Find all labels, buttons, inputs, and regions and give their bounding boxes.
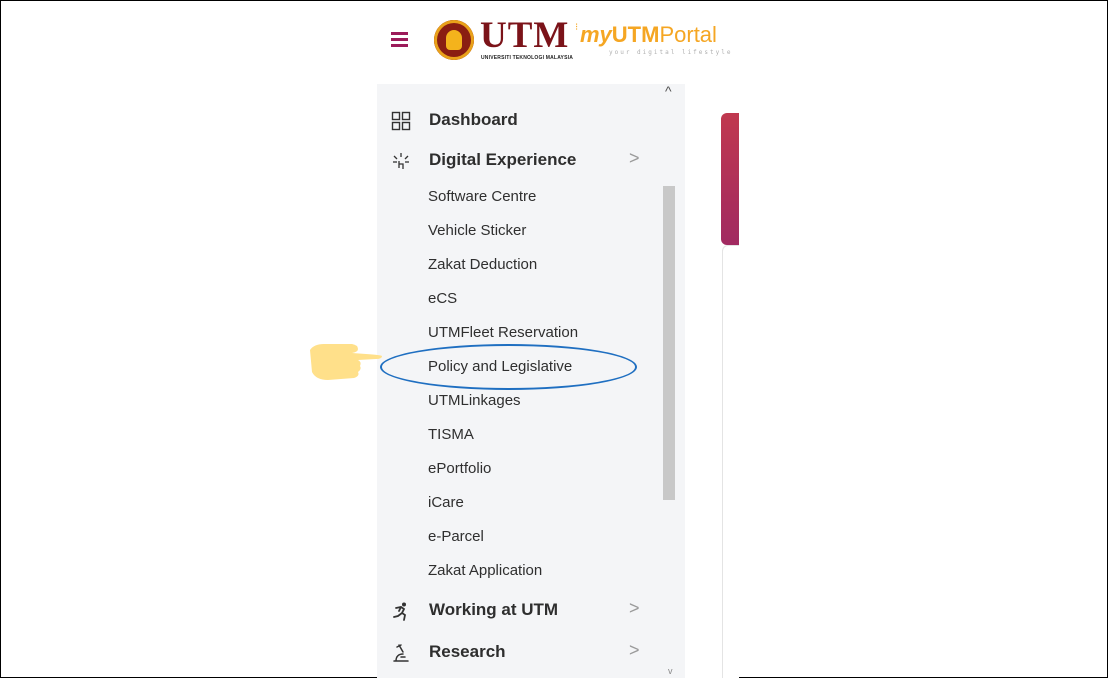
chevron-right-icon[interactable]: > xyxy=(629,148,640,169)
submenu-item-eportfolio[interactable]: ePortfolio xyxy=(428,458,491,480)
top-header: UTM UNIVERSITI TEKNOLOGI MALAYSIA ⁝ myUT… xyxy=(377,2,739,84)
submenu-item-utmfleet-reservation[interactable]: UTMFleet Reservation xyxy=(428,322,578,344)
pointing-hand-icon xyxy=(310,344,382,380)
utm-seal-logo xyxy=(434,20,474,60)
submenu-item-ecs[interactable]: eCS xyxy=(428,288,457,310)
sidebar-item-label: Working at UTM xyxy=(429,600,559,619)
submenu-item-software-centre[interactable]: Software Centre xyxy=(428,186,536,208)
chevron-right-icon[interactable]: > xyxy=(629,598,640,619)
utm-logo-text: UTM xyxy=(480,15,570,56)
sidebar-item-working-at-utm[interactable]: Working at UTM > xyxy=(377,594,657,626)
running-person-icon xyxy=(393,602,407,621)
highlight-ellipse xyxy=(380,344,637,390)
sidebar-item-label: Research xyxy=(429,642,506,661)
submenu-item-zakat-deduction[interactable]: Zakat Deduction xyxy=(428,254,537,276)
sidebar-item-digital-experience[interactable]: Digital Experience > xyxy=(377,144,657,176)
welcome-banner xyxy=(721,113,739,245)
portal-tagline: your digital lifestyle xyxy=(609,49,733,56)
submenu-item-e-parcel[interactable]: e-Parcel xyxy=(428,526,484,548)
myutmportal-logo[interactable]: ⁝ myUTMPortal your digital lifestyle xyxy=(575,22,730,56)
portal-logo-utm: UTM xyxy=(611,22,660,47)
scroll-up-arrow[interactable]: ^ xyxy=(665,84,672,98)
main-content-area xyxy=(685,84,739,678)
portal-logo-my: my xyxy=(580,22,612,47)
scroll-down-arrow[interactable]: v xyxy=(668,666,673,676)
hamburger-icon[interactable] xyxy=(391,32,408,48)
grid-icon xyxy=(391,111,411,131)
utm-logo-subtitle: UNIVERSITI TEKNOLOGI MALAYSIA xyxy=(481,55,574,61)
content-card xyxy=(722,245,739,678)
scrollbar-thumb[interactable] xyxy=(663,186,675,500)
portal-logo-portal: Portal xyxy=(659,22,717,47)
microscope-icon xyxy=(393,644,409,662)
submenu-item-utmlinkages[interactable]: UTMLinkages xyxy=(428,390,521,412)
sidebar-item-dashboard[interactable]: Dashboard xyxy=(377,104,657,136)
submenu-item-vehicle-sticker[interactable]: Vehicle Sticker xyxy=(428,220,526,242)
chevron-right-icon[interactable]: > xyxy=(629,640,640,661)
sidebar-item-research[interactable]: Research > xyxy=(377,636,657,668)
digital-sparkle-icon xyxy=(393,153,409,169)
sidebar-item-label: Digital Experience xyxy=(429,150,577,169)
submenu-item-tisma[interactable]: TISMA xyxy=(428,424,474,446)
sidebar-item-label: Dashboard xyxy=(429,110,518,129)
submenu-item-icare[interactable]: iCare xyxy=(428,492,464,514)
submenu-item-zakat-application[interactable]: Zakat Application xyxy=(428,560,542,582)
